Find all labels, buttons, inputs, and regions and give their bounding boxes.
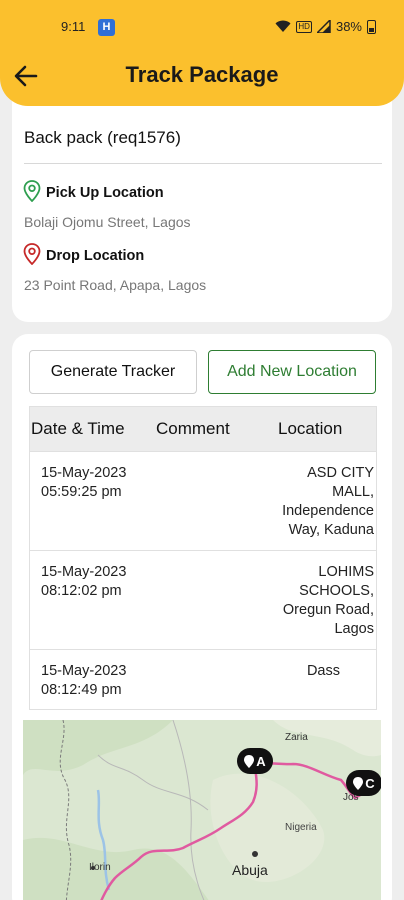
marker-label: A [256,753,266,769]
tracking-card: Generate Tracker Add New Location Date &… [12,334,392,900]
row-location: Dass [210,662,340,681]
location-line: SCHOOLS, [299,583,374,599]
table-row: 15-May-2023 05:59:25 pm ASD CITY MALL, I… [30,451,376,550]
row-date: 15-May-2023 [41,564,127,580]
map-marker-a[interactable]: A [237,748,273,774]
location-line: ASD CITY [307,465,374,481]
app-notification-icon: H [98,19,115,36]
row-time: 08:12:49 pm [41,682,122,698]
row-date: 15-May-2023 [41,465,127,481]
row-location: LOHIMS SCHOOLS, Oregun Road, Lagos [244,563,374,639]
map-label-ilorin: Ilorin [89,862,111,873]
battery-percent: 38% [335,19,362,34]
page-title: Track Package [125,62,279,87]
drop-location-value: 23 Point Road, Apapa, Lagos [24,277,207,293]
location-line: Oregun Road, [282,602,374,618]
table-row: 15-May-2023 08:12:49 pm Dass [30,649,376,709]
table-header: Date & Time Comment Location [30,407,376,451]
location-line: Independence [282,503,374,519]
network-type-badge: HD [296,20,312,33]
drop-pin-icon [23,243,41,265]
location-line: Lagos [334,621,374,637]
column-header-comment: Comment [156,419,230,438]
location-line: Way, Kaduna [288,522,374,538]
column-header-date-time: Date & Time [31,419,125,438]
map-label-abuja: Abuja [232,862,268,878]
pickup-location-label: Pick Up Location [46,185,164,201]
battery-icon [367,19,376,34]
row-date-time: 15-May-2023 08:12:02 pm [41,563,126,601]
row-location: ASD CITY MALL, Independence Way, Kaduna [244,464,374,540]
location-line: MALL, [332,484,374,500]
map-marker-c[interactable]: C [346,770,381,796]
status-bar: 9:11 H HD 38% [0,18,404,38]
signal-icon [316,20,331,33]
map-label-zaria: Zaria [285,732,308,743]
map-label-nigeria: Nigeria [285,822,317,833]
location-line: LOHIMS [318,564,374,580]
map-canvas [23,720,381,900]
package-name: Back pack (req1576) [24,128,181,147]
row-date: 15-May-2023 [41,663,127,679]
generate-tracker-button[interactable]: Generate Tracker [29,350,197,394]
marker-label: C [365,775,375,791]
package-info-card: Back pack (req1576) Pick Up Location Bol… [12,96,392,322]
divider [24,163,382,164]
app-header: 9:11 H HD 38% Track Package [0,0,404,106]
wifi-icon [275,20,291,32]
pickup-pin-icon [23,180,41,202]
row-date-time: 15-May-2023 08:12:49 pm [41,662,126,700]
column-header-location: Location [278,419,343,438]
add-new-location-button[interactable]: Add New Location [208,350,376,394]
route-map[interactable]: Zaria Jos Nigeria Abuja Ilorin A C [23,720,381,900]
status-icons: HD 38% [275,19,376,34]
marker-pin-icon [244,754,255,768]
status-time: 9:11 [61,19,86,34]
tracking-table: Date & Time Comment Location 15-May-2023… [29,406,377,710]
marker-pin-icon [353,776,364,790]
drop-location-label: Drop Location [46,248,145,264]
row-time: 05:59:25 pm [41,484,122,500]
table-row: 15-May-2023 08:12:02 pm LOHIMS SCHOOLS, … [30,550,376,649]
row-date-time: 15-May-2023 05:59:25 pm [41,464,126,502]
row-time: 08:12:02 pm [41,583,122,599]
pickup-location-value: Bolaji Ojomu Street, Lagos [24,214,191,230]
location-line: Dass [306,663,340,679]
